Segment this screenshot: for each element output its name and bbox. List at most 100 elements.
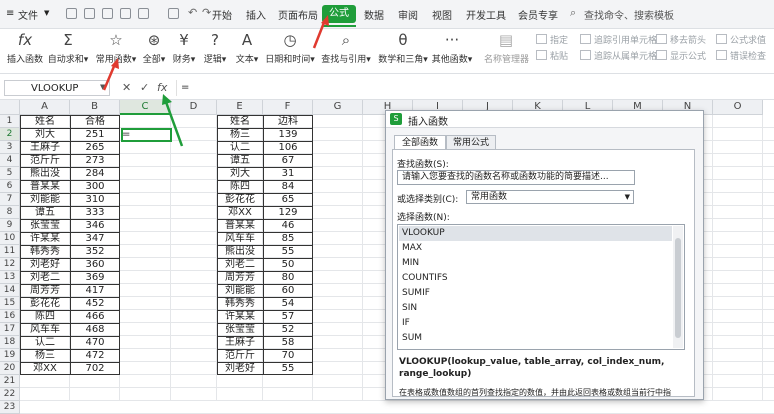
tab-all-functions[interactable]: 全部函数 — [394, 135, 446, 150]
tab-data[interactable]: 数据 — [364, 7, 384, 22]
row-header[interactable]: 22 — [0, 388, 20, 401]
dialog-title-bar[interactable]: S 插入函数 — [386, 111, 703, 128]
trace-precedents-button[interactable]: 追踪引用单元格 — [580, 33, 657, 46]
tab-member[interactable]: 会员专享 — [518, 7, 558, 22]
table-border — [20, 232, 120, 233]
table-border — [217, 349, 313, 350]
row-header[interactable]: 6 — [0, 180, 20, 193]
row-header[interactable]: 21 — [0, 375, 20, 388]
table-border — [20, 310, 120, 311]
tab-home[interactable]: 开始 — [212, 7, 232, 22]
name-manager-button[interactable]: ▤ 名称管理器 — [484, 29, 529, 73]
row-header[interactable]: 10 — [0, 232, 20, 245]
formula-input[interactable]: = — [176, 80, 772, 96]
list-scrollbar[interactable] — [673, 226, 683, 348]
autosum-button[interactable]: Σ 自动求和▾ — [46, 29, 90, 73]
cancel-icon[interactable]: ✕ — [122, 81, 131, 94]
row-header[interactable]: 7 — [0, 193, 20, 206]
insert-function-dialog: S 插入函数 全部函数 常用公式 查找函数(S): 请输入您要查找的函数名称或函… — [385, 110, 704, 400]
column-header[interactable]: G — [313, 100, 363, 115]
function-item[interactable]: MAX — [402, 241, 672, 256]
chevron-down-icon[interactable]: ▼ — [44, 9, 49, 17]
financial-button[interactable]: ¥ 财务▾ — [170, 29, 198, 73]
screenshot-icon[interactable] — [168, 8, 179, 19]
row-header[interactable]: 9 — [0, 219, 20, 232]
column-header[interactable]: O — [713, 100, 763, 115]
function-item[interactable]: COUNTIFS — [402, 271, 672, 286]
remove-arrows-button[interactable]: 移去箭头 — [656, 33, 706, 46]
insert-function-button[interactable]: fx 插入函数 — [4, 29, 46, 73]
function-item[interactable]: SUM — [402, 331, 672, 346]
function-item[interactable]: IF — [402, 316, 672, 331]
red-arrow-common-functions — [102, 58, 119, 91]
error-checking-button[interactable]: 错误检查 — [716, 49, 766, 62]
name-box[interactable]: VLOOKUP — [4, 80, 110, 96]
export-icon[interactable] — [84, 8, 95, 19]
function-item[interactable]: SIN — [402, 301, 672, 316]
tab-view[interactable]: 视图 — [432, 7, 452, 22]
tab-review[interactable]: 审阅 — [398, 7, 418, 22]
chevron-down-icon[interactable]: ▼ — [625, 191, 630, 203]
row-header[interactable]: 13 — [0, 271, 20, 284]
row-header[interactable]: 17 — [0, 323, 20, 336]
column-header[interactable]: B — [70, 100, 120, 115]
all-functions-button[interactable]: ⊛ 全部▾ — [140, 29, 168, 73]
row-header[interactable]: 18 — [0, 336, 20, 349]
undo-icon[interactable]: ↶ — [188, 6, 197, 19]
math-trig-button[interactable]: θ 数学和三角▾ — [376, 29, 430, 73]
sigma-icon: Σ — [63, 31, 73, 49]
function-item[interactable]: MIN — [402, 256, 672, 271]
column-header[interactable]: A — [20, 100, 70, 115]
row-header[interactable]: 3 — [0, 141, 20, 154]
category-select[interactable]: 常用函数 ▼ — [466, 190, 634, 204]
more-icon: ··· — [444, 31, 460, 49]
row-header[interactable]: 19 — [0, 349, 20, 362]
date-time-button[interactable]: ◷ 日期和时间▾ — [264, 29, 316, 73]
row-header[interactable]: 8 — [0, 206, 20, 219]
tab-insert[interactable]: 插入 — [246, 7, 266, 22]
row-header[interactable]: 20 — [0, 362, 20, 375]
star-icon: ☆ — [109, 31, 123, 49]
confirm-icon[interactable]: ✓ — [140, 81, 149, 94]
evaluate-formula-button[interactable]: 公式求值 — [716, 33, 766, 46]
show-formulas-button[interactable]: 显示公式 — [656, 49, 706, 62]
select-all-corner[interactable] — [0, 100, 20, 115]
function-list[interactable]: VLOOKUP MAX MIN COUNTIFS SUMIF SIN IF SU… — [397, 224, 685, 350]
trace-dependents-button[interactable]: 追踪从属单元格 — [580, 49, 657, 62]
row-header[interactable]: 2 — [0, 128, 20, 141]
command-search[interactable]: 查找命令、搜索模板 — [584, 7, 674, 22]
row-header[interactable]: 5 — [0, 167, 20, 180]
row-header[interactable]: 12 — [0, 258, 20, 271]
preview-icon[interactable] — [120, 8, 131, 19]
tab-developer[interactable]: 开发工具 — [466, 7, 506, 22]
function-item[interactable]: VLOOKUP — [399, 226, 672, 241]
row-header[interactable]: 11 — [0, 245, 20, 258]
search-icon[interactable]: ⌕ — [570, 6, 576, 20]
text-button[interactable]: A 文本▾ — [232, 29, 262, 73]
paste-button[interactable]: 粘贴 — [536, 49, 568, 62]
row-header[interactable]: 15 — [0, 297, 20, 310]
redo-icon[interactable]: ↷ — [202, 6, 211, 19]
column-header[interactable]: E — [217, 100, 263, 115]
tab-common-formulas[interactable]: 常用公式 — [446, 135, 496, 150]
row-header[interactable]: 16 — [0, 310, 20, 323]
table-border — [20, 349, 120, 350]
function-search-input[interactable]: 请输入您要查找的函数名称或函数功能的简要描述... — [397, 170, 635, 185]
save-icon[interactable] — [66, 8, 77, 19]
row-header[interactable]: 14 — [0, 284, 20, 297]
table-border — [217, 232, 313, 233]
print-icon[interactable] — [102, 8, 113, 19]
column-header[interactable]: F — [263, 100, 313, 115]
row-header[interactable]: 4 — [0, 154, 20, 167]
other-functions-button[interactable]: ··· 其他函数▾ — [430, 29, 474, 73]
logical-button[interactable]: ? 逻辑▾ — [200, 29, 230, 73]
file-menu[interactable]: 文件 — [18, 7, 38, 22]
table-border — [20, 180, 120, 181]
function-item[interactable]: SUMIF — [402, 286, 672, 301]
menu-hamburger-icon[interactable]: ≡ — [6, 8, 14, 19]
row-header[interactable]: 1 — [0, 115, 20, 128]
row-header[interactable]: 23 — [0, 401, 20, 414]
format-painter-icon[interactable] — [138, 8, 149, 19]
specify-button[interactable]: 指定 — [536, 33, 568, 46]
scrollbar-thumb[interactable] — [675, 238, 681, 338]
